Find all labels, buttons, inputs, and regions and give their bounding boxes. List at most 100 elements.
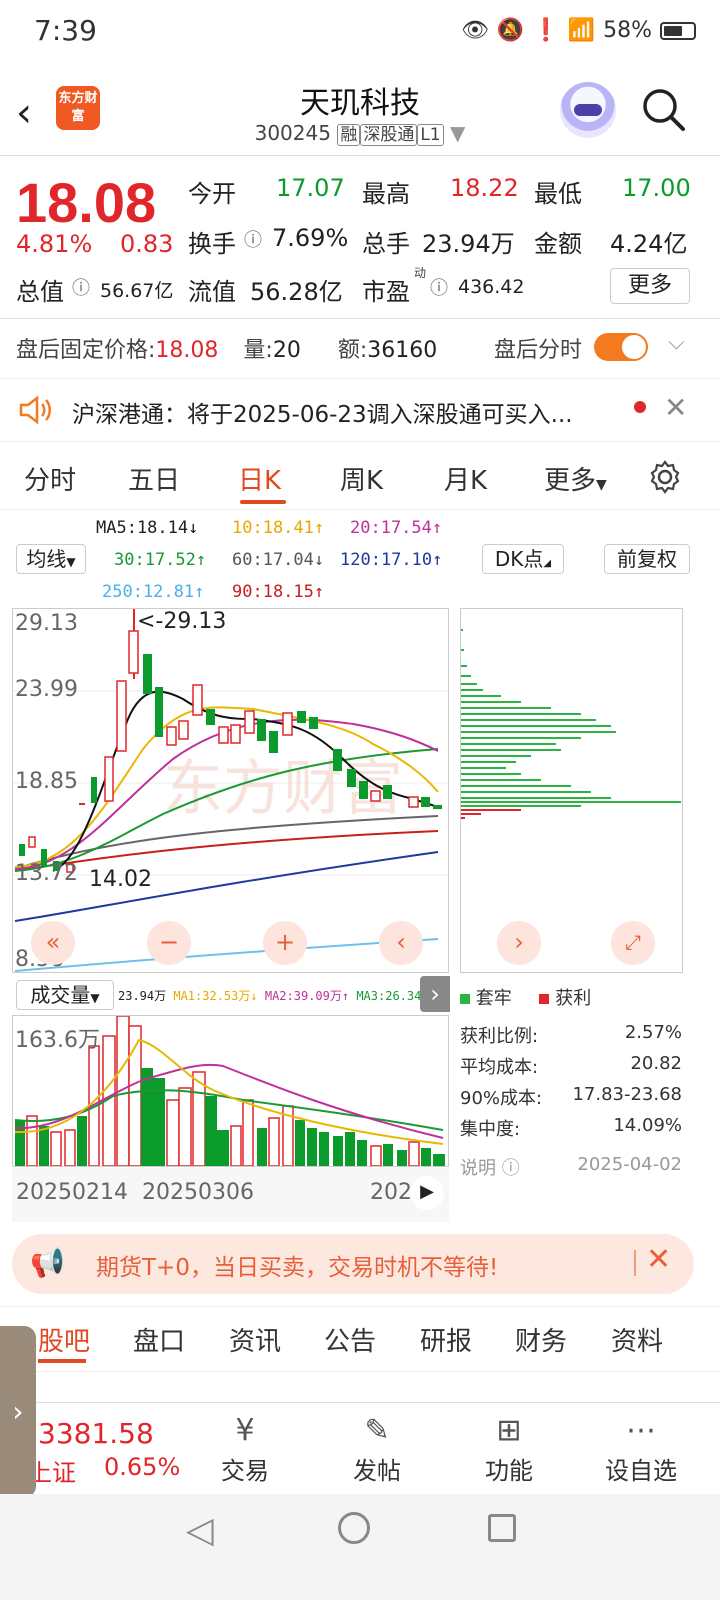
functions-button[interactable]: ⊞ 功能 xyxy=(464,1411,554,1486)
search-icon[interactable] xyxy=(640,86,686,132)
ma250-line xyxy=(14,938,439,972)
tab-research[interactable]: 研报 xyxy=(420,1321,472,1358)
unread-dot xyxy=(634,401,646,413)
edit-icon: ✎ xyxy=(364,1413,390,1448)
vol-legend: 23.94万 MA1:32.53万↓ MA2:39.09万↑ MA3:26.34… xyxy=(118,987,441,1004)
dk-point-button[interactable]: DK点◢ xyxy=(482,544,564,574)
post-button[interactable]: ✎ 发帖 xyxy=(332,1411,422,1486)
dropdown-triangle-icon[interactable]: ▼ xyxy=(450,121,465,145)
more-button[interactable]: 更多 xyxy=(610,268,690,304)
tab-monthly-k[interactable]: 月K xyxy=(444,460,487,497)
kline-chart[interactable]: 东方财富 29.13 23.99 18.85 13.72 <-29.13 14.… xyxy=(12,608,449,973)
float-value: 56.28亿 xyxy=(250,278,343,306)
after-price: 18.08 xyxy=(155,338,219,363)
chip-stat-label: 获利比例: xyxy=(460,1026,539,1047)
corner-triangle-icon: ◢ xyxy=(543,558,552,569)
chip-bars-trapped xyxy=(461,629,681,807)
indicator-select[interactable]: 成交量▼ xyxy=(16,980,114,1010)
settings-gear-icon[interactable] xyxy=(648,460,682,494)
tag-sz-connect: 深股通 xyxy=(360,124,418,146)
ma5-label: MA5:18.14↓ xyxy=(96,518,199,538)
index-change-pct[interactable]: 0.65% xyxy=(104,1453,180,1481)
after-hours-row: 盘后固定价格:18.08 量:20 额:36160 xyxy=(16,332,437,364)
vol-ma2: MA2:39.09万↑ xyxy=(264,989,350,1003)
dropdown-triangle-icon: ▼ xyxy=(90,991,100,1005)
pe-dynamic-sup: 动 xyxy=(414,266,427,280)
chip-stat-label: 90%成本: xyxy=(460,1088,543,1109)
tab-order-book[interactable]: 盘口 xyxy=(133,1321,185,1358)
tab-forum[interactable]: 股吧 xyxy=(38,1321,90,1358)
tab-finance[interactable]: 财务 xyxy=(515,1321,567,1358)
chip-distribution[interactable]: › ⤢ xyxy=(460,608,683,973)
tab-five-day[interactable]: 五日 xyxy=(128,460,180,497)
scroll-left-icon[interactable]: ‹ xyxy=(379,921,423,965)
futures-banner[interactable]: 📢 期货T+0，当日买卖，交易时机不等待! ✕ xyxy=(12,1234,694,1294)
change-value: 0.83 xyxy=(120,230,174,258)
chip-stat-value: 20.82 xyxy=(630,1053,682,1074)
scroll-right-icon[interactable]: › xyxy=(497,921,541,965)
close-icon[interactable]: ✕ xyxy=(664,391,687,424)
min-price-marker: 14.02 xyxy=(89,867,152,892)
zoom-out-icon[interactable]: − xyxy=(147,921,191,965)
status-bar: 7:39 👁 🔕 ❗ 📶 58% xyxy=(0,0,720,68)
date-tick: 202 xyxy=(370,1180,412,1205)
y-tick-3: 18.85 xyxy=(15,769,78,794)
volume-label: 总手 xyxy=(362,230,410,258)
nav-home-icon[interactable] xyxy=(338,1512,370,1544)
status-icons: 👁 🔕 ❗ 📶 58% xyxy=(461,18,696,43)
tab-intraday[interactable]: 分时 xyxy=(24,460,76,497)
after-vol: 20 xyxy=(272,338,301,363)
chevron-down-icon[interactable]: ⌵ xyxy=(668,330,685,355)
info-icon[interactable]: ⓘ xyxy=(430,274,448,300)
ma-select[interactable]: 均线▼ xyxy=(16,544,86,574)
zoom-in-icon[interactable]: + xyxy=(263,921,307,965)
notice-bar[interactable]: 沪深港通：将于2025-06-23调入深股通可买入... ✕ xyxy=(0,378,720,442)
index-value[interactable]: 3381.58 xyxy=(38,1417,154,1450)
add-watchlist-button[interactable]: ⋯ 设自选 xyxy=(596,1411,686,1486)
side-drawer-handle[interactable]: › xyxy=(0,1326,36,1498)
fq-button[interactable]: 前复权 xyxy=(604,544,690,574)
stock-code: 300245 xyxy=(254,121,331,145)
tab-announcements[interactable]: 公告 xyxy=(324,1321,376,1358)
date-tick: 20250306 xyxy=(142,1180,254,1205)
tab-news[interactable]: 资讯 xyxy=(229,1321,281,1358)
add-watchlist-label: 设自选 xyxy=(605,1457,677,1485)
chip-explain[interactable]: 说明 ⓘ xyxy=(460,1154,520,1180)
info-icon[interactable]: ⓘ xyxy=(244,226,262,252)
chip-bars-profit xyxy=(461,809,521,819)
amount-label: 金额 xyxy=(534,230,582,258)
volume-chart[interactable]: 163.6万 xyxy=(12,1015,449,1167)
chip-stat-value: 14.09% xyxy=(613,1115,682,1136)
expand-icon[interactable]: ⤢ xyxy=(611,921,655,965)
banner-text: 期货T+0，当日买卖，交易时机不等待! xyxy=(96,1255,499,1281)
close-icon[interactable]: ✕ xyxy=(646,1242,671,1277)
info-icon: ⓘ xyxy=(501,1158,520,1179)
tab-weekly-k[interactable]: 周K xyxy=(340,460,383,497)
info-icon[interactable]: ⓘ xyxy=(72,274,90,300)
nav-back-icon[interactable]: ◁ xyxy=(186,1510,214,1551)
ma250-label: 250:12.81↑ xyxy=(102,582,205,602)
ma120-label: 120:17.10↑ xyxy=(340,550,443,570)
legend-trapped: 套牢 xyxy=(475,988,512,1009)
tab-profile[interactable]: 资料 xyxy=(611,1321,663,1358)
ma30-label: 30:17.52↑ xyxy=(114,550,207,570)
ma-select-label: 均线 xyxy=(26,547,67,571)
mktcap-value: 56.67亿 xyxy=(100,280,174,302)
assistant-robot-icon[interactable] xyxy=(560,82,616,138)
tab-more[interactable]: 更多▼ xyxy=(544,460,607,497)
vol-y-tick: 163.6万 xyxy=(15,1028,100,1053)
trade-button[interactable]: ¥ 交易 xyxy=(200,1411,290,1486)
low-value: 17.00 xyxy=(622,174,691,202)
y-tick-4: 13.72 xyxy=(15,861,78,886)
tab-more-label: 更多 xyxy=(544,466,597,496)
tab-daily-k[interactable]: 日K xyxy=(238,460,281,497)
scroll-left-fast-icon[interactable]: « xyxy=(31,921,75,965)
stock-header: ‹ 东方财富 天玑科技 300245 融深股通 L1 ▼ xyxy=(0,68,720,156)
system-nav-bar: ◁ xyxy=(0,1494,720,1600)
chip-stat-value: 17.83-23.68 xyxy=(572,1084,682,1105)
after-hours-toggle[interactable] xyxy=(594,333,648,361)
dk-point-label: DK点 xyxy=(494,547,544,571)
expand-indicator-arrow-icon[interactable]: › xyxy=(420,976,450,1012)
nav-recents-icon[interactable] xyxy=(488,1514,516,1542)
play-right-icon[interactable]: ▶ xyxy=(410,1176,444,1210)
